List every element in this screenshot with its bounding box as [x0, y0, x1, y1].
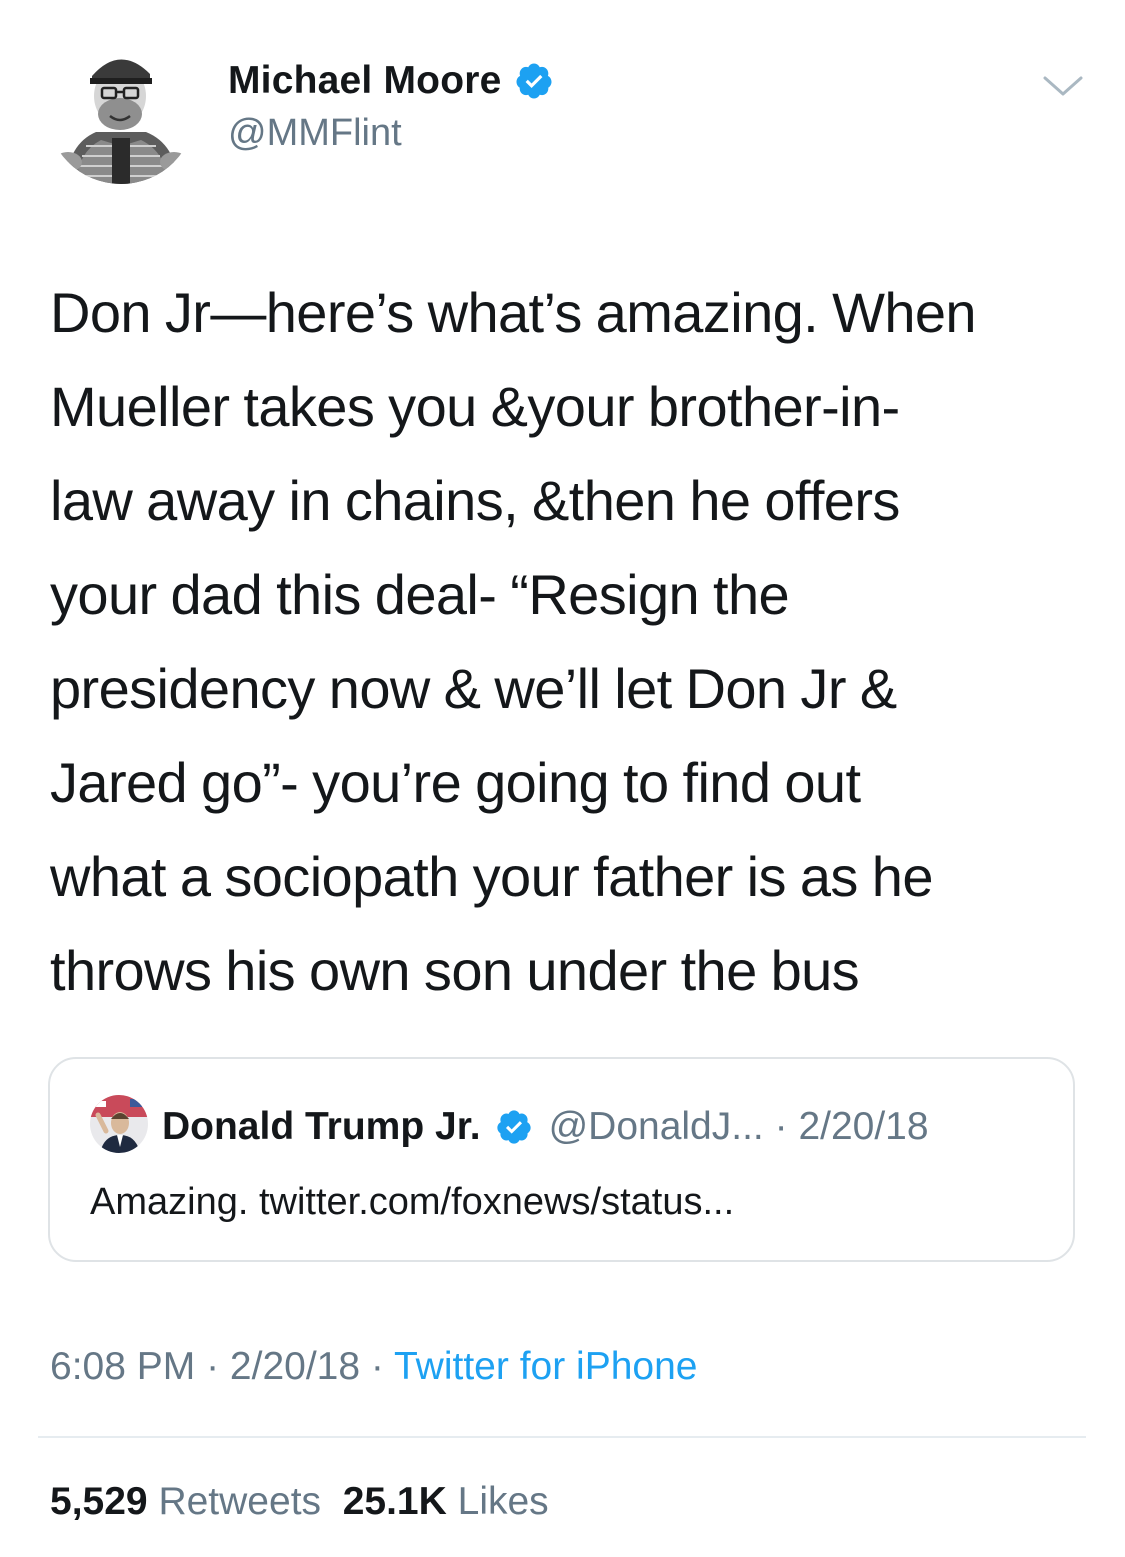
quoted-tweet-card[interactable]: Donald Trump Jr. @DonaldJ... · 2/20/18 A… [48, 1057, 1075, 1262]
author-handle[interactable]: @MMFlint [228, 112, 402, 155]
likes-count: 25.1K [342, 1480, 447, 1523]
quoted-tweet-text: Amazing. twitter.com/foxnews/status... [90, 1181, 735, 1223]
likes-stat[interactable]: 25.1K Likes [343, 1480, 549, 1523]
quoted-author-avatar [90, 1095, 148, 1153]
tweet-stats: 5,529 Retweets 25.1K Likes [50, 1480, 549, 1524]
tweet-date: 2/20/18 [229, 1345, 361, 1388]
tweet-time: 6:08 PM [50, 1345, 196, 1388]
verified-badge-icon [514, 61, 554, 101]
retweets-stat[interactable]: 5,529 Retweets [50, 1480, 321, 1523]
retweets-label: Retweets [158, 1480, 322, 1523]
tweet-text: Don Jr—here’s what’s amazing. When Muell… [50, 281, 977, 1002]
meta-separator: · [360, 1345, 395, 1388]
author-name[interactable]: Michael Moore [228, 59, 502, 103]
quoted-author-name: Donald Trump Jr. [162, 1105, 481, 1148]
chevron-down-icon[interactable] [1042, 70, 1084, 100]
likes-label: Likes [457, 1480, 549, 1523]
quoted-author-handle: @DonaldJ... [548, 1105, 764, 1148]
tweet-source-link[interactable]: Twitter for iPhone [394, 1345, 697, 1388]
tweet-meta: 6:08 PM · 2/20/18 · Twitter for iPhone [50, 1345, 697, 1389]
caricature-avatar-icon [46, 34, 196, 184]
author-name-row[interactable]: Michael Moore [228, 58, 554, 104]
quoted-tweet-header: Donald Trump Jr. @DonaldJ... · 2/20/18 [162, 1101, 929, 1153]
retweets-count: 5,529 [50, 1480, 148, 1523]
meta-separator: · [195, 1345, 230, 1388]
quoted-date: 2/20/18 [798, 1105, 929, 1148]
quoted-separator: · [774, 1105, 788, 1148]
author-avatar[interactable] [46, 34, 196, 184]
divider [38, 1436, 1086, 1438]
verified-badge-icon [495, 1108, 533, 1146]
